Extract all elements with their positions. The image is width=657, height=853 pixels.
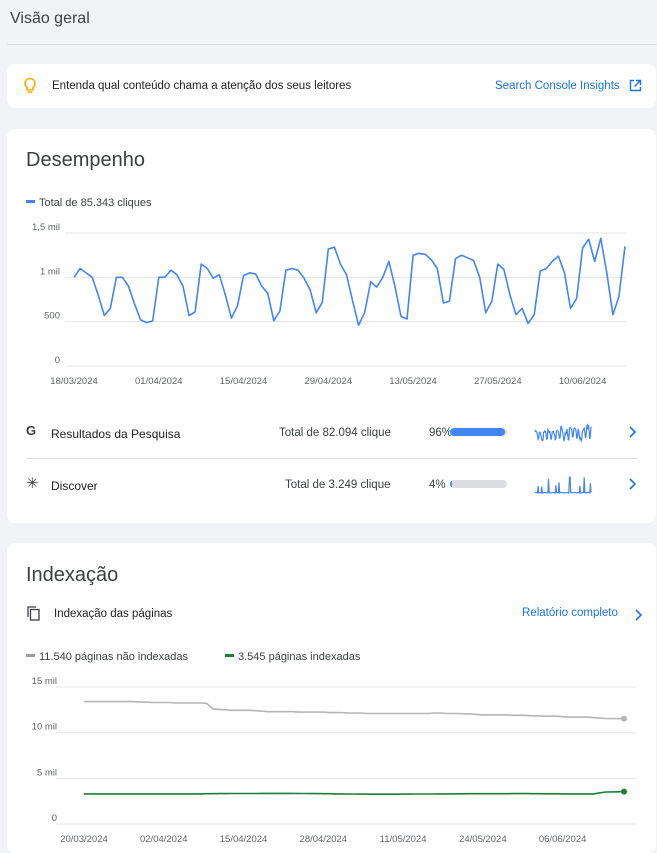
search-sparkline (534, 422, 592, 443)
pages-copy-icon (27, 606, 40, 626)
x-tick-label: 29/04/2024 (305, 376, 353, 387)
x-tick-label: 20/03/2024 (60, 834, 108, 845)
row-percent: 4% (429, 479, 446, 491)
chevron-right-icon[interactable] (628, 425, 637, 443)
legend-not-indexed[interactable]: 11.540 páginas não indexadas (26, 647, 188, 665)
x-tick-label: 18/03/2024 (50, 376, 98, 387)
indexing-line-chart: 0 5 mil 10 mil 15 mil 20/03/2024 02/04/2024 15… (32, 677, 636, 845)
y-tick-label: 0 (55, 355, 60, 366)
performance-title: Desempenho (26, 149, 145, 171)
x-tick-label: 13/05/2024 (389, 376, 437, 387)
series-line (84, 700, 624, 720)
x-tick-label: 27/05/2024 (474, 376, 522, 387)
share-bar (450, 480, 507, 488)
banner-text: Entenda qual conteúdo chama a atenção do… (52, 80, 352, 92)
x-tick-label: 11/05/2024 (380, 834, 427, 845)
x-tick-label: 28/04/2024 (300, 834, 348, 845)
series-end-point (621, 788, 627, 795)
performance-legend[interactable]: Total de 85.343 cliques (26, 193, 152, 211)
x-tick-label: 06/06/2024 (539, 834, 587, 845)
x-tick-label: 24/05/2024 (459, 834, 507, 845)
discover-sparkline (534, 476, 592, 494)
share-bar (450, 428, 507, 436)
share-bar-fill (450, 480, 453, 488)
row-percent: 96% (429, 427, 453, 439)
indexing-section-label: Indexação das páginas (54, 608, 173, 620)
y-tick-label: 1,5 mil (32, 222, 60, 233)
row-total: Total de 82.094 clique (279, 427, 391, 439)
x-tick-label: 15/04/2024 (220, 834, 268, 845)
row-discover[interactable]: ✳ Discover Total de 3.249 clique 4% (26, 465, 638, 507)
row-divider (26, 458, 638, 459)
x-tick-label: 01/04/2024 (135, 376, 183, 387)
series-line (84, 790, 625, 795)
chevron-right-icon[interactable] (634, 608, 643, 626)
legend-indexed[interactable]: 3.545 páginas indexadas (225, 647, 360, 665)
performance-card: Desempenho Total de 85.343 cliques 0 500 1… (7, 129, 656, 523)
y-tick-label: 1 mil (40, 266, 60, 277)
y-tick-label: 500 (44, 311, 60, 322)
y-tick-label: 5 mil (37, 767, 57, 778)
row-label: Resultados da Pesquisa (51, 427, 181, 441)
legend-swatch (26, 654, 35, 658)
search-console-insights-link[interactable]: Search Console Insights (495, 80, 620, 92)
full-report-link[interactable]: Relatório completo (522, 607, 618, 619)
legend-label: 3.545 páginas indexadas (238, 651, 361, 663)
page-title: Visão geral (10, 10, 90, 27)
row-total: Total de 3.249 clique (285, 479, 391, 491)
legend-label: Total de 85.343 cliques (39, 197, 152, 209)
series-end-point (621, 715, 627, 722)
google-g-icon: G (26, 423, 37, 438)
indexing-card: Indexação Indexação das páginas Relatóri… (7, 543, 656, 853)
sparkline-line (534, 476, 592, 494)
y-tick-label: 0 (52, 813, 57, 824)
header-divider (7, 44, 657, 45)
legend-swatch (26, 200, 35, 204)
y-tick-label: 15 mil (32, 677, 57, 687)
share-bar-fill (450, 428, 505, 436)
lightbulb-icon (23, 77, 37, 100)
open-in-new-icon[interactable] (629, 79, 642, 97)
chevron-right-icon[interactable] (628, 477, 637, 495)
series-line (73, 237, 626, 326)
discover-asterisk-icon: ✳ (26, 475, 39, 492)
clicks-line-chart: 0 500 1 mil 1,5 mil 18/03/2024 01/04/2024 15/0… (32, 222, 626, 387)
row-label: Discover (51, 479, 98, 493)
insights-banner: Entenda qual conteúdo chama a atenção do… (7, 64, 656, 108)
sparkline-line (534, 422, 592, 443)
y-tick-label: 10 mil (32, 722, 57, 733)
x-tick-label: 02/04/2024 (140, 834, 188, 845)
row-search-results[interactable]: G Resultados da Pesquisa Total de 82.094… (26, 413, 638, 455)
legend-label: 11.540 páginas não indexadas (39, 651, 189, 663)
x-tick-label: 10/06/2024 (559, 376, 607, 387)
x-tick-label: 15/04/2024 (220, 376, 268, 387)
indexing-title: Indexação (26, 564, 119, 586)
legend-swatch (225, 654, 234, 658)
